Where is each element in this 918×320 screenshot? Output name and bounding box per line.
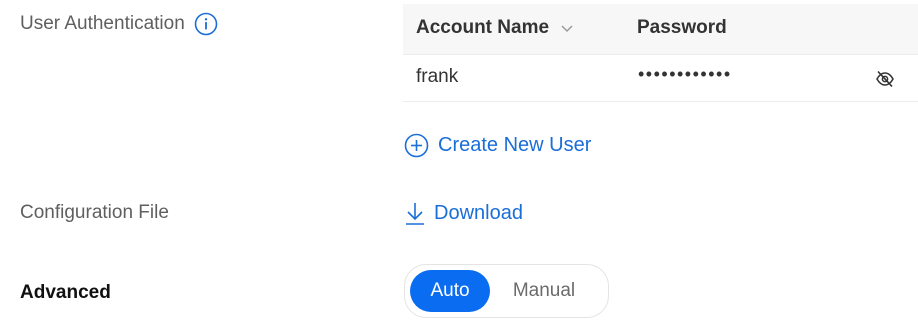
manual-option[interactable]: Manual: [490, 270, 598, 312]
table-header: Account Name Password: [403, 4, 918, 55]
table-row: frank ••••••••••••: [403, 55, 918, 102]
create-new-user-button[interactable]: Create New User: [404, 133, 591, 158]
account-name-header-label: Account Name: [416, 17, 550, 38]
download-arrow-icon: [404, 200, 426, 226]
auto-option[interactable]: Auto: [410, 270, 490, 312]
create-new-user-label: Create New User: [438, 134, 592, 156]
eye-slash-icon[interactable]: [875, 69, 895, 89]
account-name-cell: frank: [416, 66, 459, 87]
download-button[interactable]: Download: [404, 200, 523, 226]
configuration-file-label: Configuration File: [20, 202, 169, 223]
plus-circle-icon: [404, 133, 429, 158]
download-label: Download: [434, 201, 523, 224]
advanced-mode-toggle: Auto Manual: [404, 264, 609, 318]
password-column-header: Password: [637, 17, 727, 39]
password-cell: ••••••••••••: [638, 64, 732, 84]
password-header-label: Password: [637, 17, 727, 38]
user-authentication-label: User Authentication: [20, 13, 185, 34]
chevron-down-icon[interactable]: [559, 20, 575, 36]
user-authentication-row: User Authentication: [20, 12, 218, 36]
info-icon[interactable]: [194, 12, 218, 36]
advanced-label: Advanced: [20, 282, 111, 303]
account-name-column-header[interactable]: Account Name: [416, 17, 575, 39]
user-accounts-table: Account Name Password frank ••••••••••••: [403, 4, 918, 102]
